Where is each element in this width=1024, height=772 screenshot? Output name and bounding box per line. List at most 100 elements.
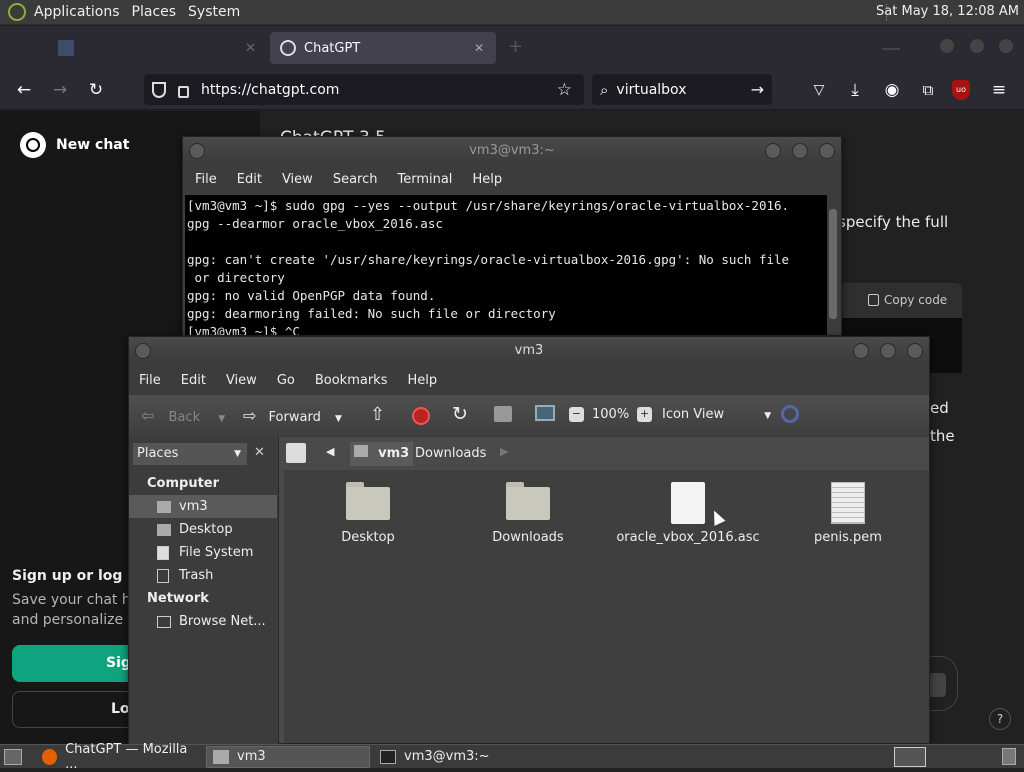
file-item-desktop[interactable]: Desktop: [288, 482, 448, 545]
tab-close-icon[interactable]: ✕: [245, 41, 256, 56]
menu-view[interactable]: View: [282, 172, 313, 187]
menu-edit[interactable]: Edit: [181, 373, 206, 388]
computer-icon[interactable]: [535, 405, 555, 421]
url-text[interactable]: https://chatgpt.com: [201, 82, 339, 98]
path-left-arrow-icon[interactable]: ◀: [326, 445, 334, 458]
forward-arrow-icon[interactable]: →: [49, 79, 71, 101]
downloads-icon[interactable]: ⤓: [844, 79, 866, 101]
view-mode-select[interactable]: Icon View ▼: [662, 407, 771, 422]
places-selector[interactable]: Places ▼: [133, 443, 247, 465]
zoom-level[interactable]: 100%: [592, 407, 629, 422]
account-icon[interactable]: ◉: [881, 79, 903, 101]
copy-code-button[interactable]: Copy code: [868, 293, 947, 307]
shield-icon[interactable]: [152, 81, 166, 98]
up-arrow-icon[interactable]: ⇧: [370, 404, 385, 425]
close-sidebar-icon[interactable]: ✕: [254, 445, 265, 460]
reload-icon[interactable]: ↻: [452, 403, 468, 425]
zoom-out-icon[interactable]: −: [569, 407, 584, 422]
path-right-arrow-icon[interactable]: ▶: [500, 445, 508, 458]
send-button[interactable]: [928, 673, 946, 697]
menu-edit[interactable]: Edit: [237, 172, 262, 187]
edit-path-icon[interactable]: [286, 443, 306, 463]
menu-bookmarks[interactable]: Bookmarks: [315, 373, 388, 388]
menu-terminal[interactable]: Terminal: [397, 172, 452, 187]
tab-inactive[interactable]: ✕: [48, 32, 264, 64]
minimize-button[interactable]: [939, 38, 955, 54]
menu-help[interactable]: Help: [407, 373, 437, 388]
places-label: Places: [137, 446, 179, 461]
window-menu-button[interactable]: [135, 343, 151, 359]
terminal-output[interactable]: [vm3@vm3 ~]$ sudo gpg --yes --output /us…: [185, 195, 827, 335]
maximize-button[interactable]: [880, 343, 896, 359]
window-menu-button[interactable]: [189, 143, 205, 159]
back-arrow-icon[interactable]: ←: [13, 79, 35, 101]
place-browse-network[interactable]: Browse Net...: [129, 610, 277, 633]
minimize-button[interactable]: [765, 143, 781, 159]
reload-icon[interactable]: ↻: [85, 79, 107, 101]
place-trash[interactable]: Trash: [129, 564, 277, 587]
pocket-icon[interactable]: ▽: [808, 79, 830, 101]
file-item-downloads[interactable]: Downloads: [448, 482, 608, 545]
terminal-line: gpg: dearmoring failed: No such file or …: [187, 306, 556, 321]
show-desktop-icon[interactable]: [4, 748, 22, 765]
place-desktop[interactable]: Desktop: [129, 518, 277, 541]
chevron-down-icon[interactable]: ▼: [218, 414, 225, 424]
tab-chatgpt[interactable]: ChatGPT ✕: [270, 32, 496, 64]
zoom-in-icon[interactable]: +: [637, 407, 652, 422]
system-menu[interactable]: System: [188, 4, 240, 20]
forward-button[interactable]: ⇨ Forward ▼: [243, 406, 342, 425]
tab-close-icon[interactable]: ✕: [474, 41, 484, 55]
overflow-icon[interactable]: [882, 38, 900, 50]
taskbar-firefox[interactable]: ChatGPT — Mozilla ...: [36, 742, 202, 772]
extensions-icon[interactable]: ⧉: [917, 79, 939, 101]
help-button[interactable]: ?: [989, 708, 1011, 730]
terminal-titlebar[interactable]: vm3@vm3:~: [183, 137, 841, 165]
trash-icon[interactable]: [1002, 748, 1016, 765]
maximize-button[interactable]: [969, 38, 985, 54]
stop-icon[interactable]: [412, 407, 430, 425]
hamburger-menu-icon[interactable]: ≡: [988, 79, 1010, 101]
new-chat-button[interactable]: New chat: [20, 132, 129, 158]
applications-menu[interactable]: Applications: [34, 4, 120, 20]
menu-go[interactable]: Go: [277, 373, 295, 388]
url-field[interactable]: https://chatgpt.com ☆: [144, 74, 584, 105]
close-button[interactable]: [907, 343, 923, 359]
menu-search[interactable]: Search: [333, 172, 378, 187]
file-item-pem[interactable]: penis.pem: [768, 482, 928, 545]
place-vm3[interactable]: vm3: [129, 495, 277, 518]
file-icon-view[interactable]: Desktop Downloads oracle_vbox_2016.asc p…: [284, 470, 929, 743]
search-value[interactable]: virtualbox: [616, 82, 686, 98]
close-button[interactable]: [819, 143, 835, 159]
menu-help[interactable]: Help: [472, 172, 502, 187]
search-icon[interactable]: [781, 405, 799, 423]
chevron-down-icon[interactable]: ▼: [335, 414, 342, 424]
new-tab-icon[interactable]: +: [508, 36, 523, 57]
menu-file[interactable]: File: [139, 373, 161, 388]
scrollbar-thumb[interactable]: [829, 209, 837, 319]
menu-file[interactable]: File: [195, 172, 217, 187]
search-field[interactable]: ⌕ virtualbox →: [592, 74, 772, 105]
ublock-icon[interactable]: uo: [952, 80, 970, 100]
close-button[interactable]: [998, 38, 1014, 54]
maximize-button[interactable]: [792, 143, 808, 159]
distro-logo-icon[interactable]: [8, 3, 26, 21]
lock-icon[interactable]: [178, 85, 189, 98]
back-button[interactable]: ⇦ Back ▼: [141, 406, 225, 425]
minimize-button[interactable]: [853, 343, 869, 359]
terminal-scrollbar[interactable]: [827, 195, 839, 335]
breadcrumb-downloads[interactable]: Downloads: [415, 446, 486, 461]
breadcrumb-vm3[interactable]: vm3: [350, 442, 414, 466]
home-icon[interactable]: [494, 406, 512, 422]
taskbar-file-manager[interactable]: vm3: [206, 745, 370, 768]
places-menu[interactable]: Places: [132, 4, 177, 20]
file-item-asc[interactable]: oracle_vbox_2016.asc: [608, 482, 768, 545]
workspace-switcher[interactable]: [894, 747, 926, 767]
clock[interactable]: Sat May 18, 12:08 AM: [876, 4, 1019, 19]
menu-view[interactable]: View: [226, 373, 257, 388]
bookmark-star-icon[interactable]: ☆: [557, 80, 572, 100]
place-filesystem[interactable]: File System: [129, 541, 277, 564]
search-go-arrow-icon[interactable]: →: [751, 80, 764, 99]
place-label: File System: [179, 545, 254, 560]
file-manager-titlebar[interactable]: vm3: [129, 337, 929, 365]
taskbar-terminal[interactable]: vm3@vm3:~: [374, 746, 544, 768]
